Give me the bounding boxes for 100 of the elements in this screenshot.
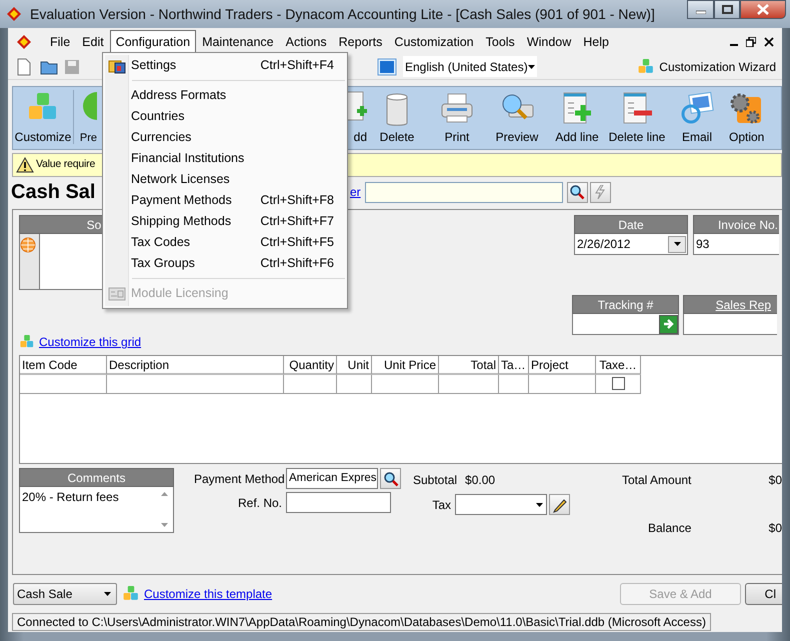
grid-cell[interactable] xyxy=(439,375,499,394)
column-header[interactable]: Total xyxy=(439,356,499,375)
field-label: Balance xyxy=(648,520,692,537)
menu-item[interactable]: Help xyxy=(577,30,615,54)
menu-item[interactable]: Tax Groups Ctrl+Shift+F6 xyxy=(105,253,345,274)
grid-cell[interactable] xyxy=(499,375,529,394)
section-header: Comments xyxy=(19,468,174,487)
column-header[interactable]: Ta… xyxy=(499,356,529,375)
menu-item[interactable]: Configuration xyxy=(110,30,196,54)
column-header[interactable]: Project xyxy=(529,356,596,375)
minimize-button[interactable] xyxy=(687,0,714,19)
cubes-icon xyxy=(19,334,35,350)
menu-item[interactable]: Tax Codes Ctrl+Shift+F5 xyxy=(105,232,345,253)
new-document-icon[interactable] xyxy=(16,58,32,76)
go-button[interactable] xyxy=(659,314,678,334)
toolbar-button[interactable]: Add line xyxy=(547,87,607,149)
payment-method-field[interactable]: American Expres xyxy=(286,468,378,489)
column-header[interactable]: Taxe… xyxy=(596,356,641,375)
search-button[interactable] xyxy=(566,182,588,202)
subtotal-value: $0.00 xyxy=(465,472,496,488)
warning-icon xyxy=(16,157,34,173)
menu-item[interactable]: Actions xyxy=(280,30,333,54)
menu-item[interactable]: Payment Methods Ctrl+Shift+F8 xyxy=(105,190,345,211)
grid-cell[interactable] xyxy=(20,375,107,394)
open-folder-icon[interactable] xyxy=(40,58,58,74)
close-button[interactable] xyxy=(740,0,786,19)
field-label: Ref. No. xyxy=(236,494,282,512)
close-icon[interactable] xyxy=(764,37,774,47)
toolbar-button[interactable]: Delete line xyxy=(607,87,667,149)
menu-item[interactable]: Address Formats xyxy=(105,85,345,106)
menu-item[interactable]: Currencies xyxy=(105,127,345,148)
menu-item[interactable]: Tools xyxy=(480,30,521,54)
restore-icon[interactable] xyxy=(746,37,756,47)
balance-value: $0 xyxy=(768,520,782,537)
invoice-number-field[interactable]: 93 xyxy=(693,234,779,255)
comments-field[interactable]: 20% - Return fees xyxy=(19,487,174,533)
globe-icon[interactable] xyxy=(20,237,36,253)
picture-icon[interactable] xyxy=(377,58,397,76)
grid-cell[interactable] xyxy=(372,375,439,394)
search-field[interactable] xyxy=(364,182,563,202)
menu-item[interactable]: Settings Ctrl+Shift+F4 xyxy=(105,55,345,76)
toolbar-button[interactable]: Preview xyxy=(487,87,547,149)
customize-template-link[interactable]: Customize this template xyxy=(144,585,272,603)
cubes-icon xyxy=(637,58,656,76)
diamond-logo-icon xyxy=(6,6,22,22)
toolbar-button[interactable]: Email xyxy=(667,87,727,149)
menu-item[interactable]: Reports xyxy=(332,30,388,54)
grid-cell[interactable] xyxy=(337,375,372,394)
diamond-logo-icon xyxy=(16,34,32,50)
wizard-link[interactable]: Customization Wizard xyxy=(659,58,776,76)
search-button[interactable] xyxy=(380,468,401,489)
menu-item[interactable]: Countries xyxy=(105,106,345,127)
scroll-down-icon[interactable] xyxy=(161,523,168,527)
toolbar-button[interactable]: Customize xyxy=(15,87,71,149)
ref-number-field[interactable] xyxy=(286,492,391,513)
edit-button[interactable] xyxy=(549,494,570,515)
toolbar-button[interactable]: Print xyxy=(427,87,487,149)
status-bar-text: Connected to C:\Users\Administrator.WIN7\AppData\Roaming\Dynacom\Databases\Demo\11.0\Basic\Trial.ddb (Microsoft Access) xyxy=(12,612,711,630)
sales-rep-field[interactable] xyxy=(683,314,777,335)
column-header[interactable]: Quantity xyxy=(284,356,337,375)
language-dropdown[interactable]: English (United States) xyxy=(403,56,537,77)
field-label: Subtotal xyxy=(413,472,458,488)
link[interactable]: er xyxy=(350,183,361,201)
column-header[interactable]: Unit Price xyxy=(372,356,439,375)
toolbar-button[interactable]: Pre xyxy=(76,87,97,149)
grid-cell[interactable] xyxy=(107,375,284,394)
grid-cell[interactable] xyxy=(596,375,641,394)
menu-item[interactable]: Network Licenses xyxy=(105,169,345,190)
date-dropdown[interactable]: 2/26/2012 xyxy=(574,234,688,255)
footer-button[interactable]: Cl xyxy=(745,583,782,605)
menu-item[interactable]: Window xyxy=(520,30,578,54)
field-label: Total Amount xyxy=(622,472,692,488)
column-header[interactable]: Unit xyxy=(337,356,372,375)
menu-item[interactable]: File xyxy=(44,30,76,54)
window-title: Evaluation Version - Northwind Traders - Dynacom Accounting Lite - [Cash Sales (901 of 901 - New)] xyxy=(30,4,655,24)
maximize-button[interactable] xyxy=(714,0,740,19)
menu-item[interactable]: Financial Institutions xyxy=(105,148,345,169)
customize-grid-link[interactable]: Customize this grid xyxy=(39,333,142,351)
column-header[interactable]: Description xyxy=(107,356,284,375)
email-icon xyxy=(680,91,714,125)
menu-item[interactable]: Customization xyxy=(388,30,480,54)
template-dropdown[interactable]: Cash Sale xyxy=(13,583,117,605)
checkbox[interactable] xyxy=(612,377,624,390)
grid-cell[interactable] xyxy=(529,375,596,394)
scroll-up-icon[interactable] xyxy=(161,492,168,496)
column-header[interactable]: Item Code xyxy=(20,356,107,375)
tax-dropdown[interactable] xyxy=(455,494,547,515)
pencil-icon xyxy=(552,496,568,512)
grid-cell[interactable] xyxy=(284,375,337,394)
tracking-field[interactable] xyxy=(572,314,679,335)
section-header: Tracking # xyxy=(572,295,679,314)
menu-item[interactable]: Edit xyxy=(76,30,110,54)
menu-item[interactable]: Maintenance xyxy=(196,30,280,54)
toolbar-button[interactable]: Option xyxy=(727,87,773,149)
warning-message: Value require xyxy=(36,157,96,172)
arrow-right-icon xyxy=(662,318,674,330)
dropdown-button[interactable] xyxy=(668,236,686,252)
printer-icon xyxy=(439,91,475,125)
section-header: Date xyxy=(574,215,688,234)
toolbar-button[interactable]: Delete xyxy=(367,87,427,149)
